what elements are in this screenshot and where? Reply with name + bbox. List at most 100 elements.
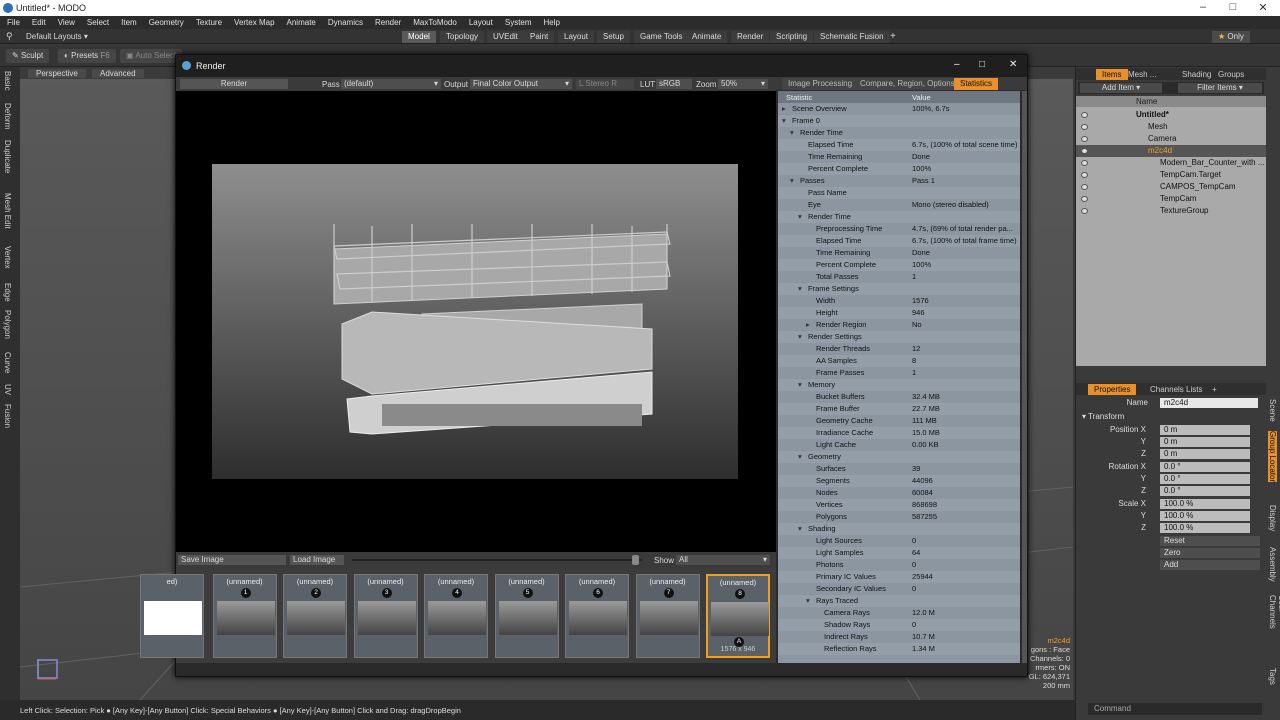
tool-tab-vertex[interactable]: Vertex xyxy=(3,246,12,269)
tool-tab-duplicate[interactable]: Duplicate xyxy=(3,140,12,173)
menu-help[interactable]: Help xyxy=(544,18,560,27)
transform-value-field[interactable]: 100.0 % xyxy=(1160,523,1250,533)
menu-layout[interactable]: Layout xyxy=(469,18,493,27)
render-thumbnail[interactable]: (unnamed) 3 xyxy=(353,574,418,658)
perspective-dropdown[interactable]: Perspective xyxy=(28,69,86,78)
transform-value-field[interactable]: 100.0 % xyxy=(1160,511,1250,521)
menu-file[interactable]: File xyxy=(7,18,20,27)
transform-value-field[interactable]: 0 m xyxy=(1160,437,1250,447)
save-image-button[interactable]: Save Image xyxy=(178,555,286,565)
render-tab-statistics[interactable]: Statistics xyxy=(954,78,999,90)
expand-arrow-icon[interactable]: ▾ xyxy=(798,211,802,223)
layout-pin-icon[interactable]: ⚲ xyxy=(6,31,13,42)
command-input[interactable]: Command xyxy=(1088,703,1262,715)
items-tab-mesh[interactable]: Mesh ... xyxy=(1122,69,1162,80)
tab-model[interactable]: Model xyxy=(402,31,436,43)
statistics-scrollbar[interactable] xyxy=(1022,91,1027,663)
properties-tab-properties[interactable]: Properties xyxy=(1088,384,1137,395)
side-tab-scene[interactable]: Scene xyxy=(1268,399,1277,422)
tool-tab-fusion[interactable]: Fusion xyxy=(3,404,12,428)
render-close-icon[interactable]: ✕ xyxy=(1009,59,1017,70)
visibility-eye-icon[interactable] xyxy=(1081,136,1088,142)
menu-animate[interactable]: Animate xyxy=(287,18,316,27)
render-thumbnail[interactable]: ed) xyxy=(140,574,204,658)
side-tab-display[interactable]: Display xyxy=(1268,505,1277,531)
visibility-eye-icon[interactable] xyxy=(1081,160,1088,166)
tab-paint[interactable]: Paint xyxy=(524,31,555,43)
zero-dropdown[interactable]: Zero xyxy=(1160,548,1260,558)
tree-item[interactable]: Camera xyxy=(1076,133,1266,145)
menu-vertex-map[interactable]: Vertex Map xyxy=(234,18,274,27)
properties-tab-[interactable]: + xyxy=(1206,384,1223,395)
render-thumbnail[interactable]: (unnamed) 7 xyxy=(635,574,700,658)
tool-tab-deform[interactable]: Deform xyxy=(3,103,12,129)
load-image-button[interactable]: Load Image xyxy=(290,555,344,565)
side-tab-group-locator[interactable]: Group Locator xyxy=(1268,431,1277,483)
presets-button[interactable]: ◐ Presets F6 xyxy=(58,49,116,63)
properties-tab-lists[interactable]: Lists xyxy=(1180,384,1208,395)
render-minimize-icon[interactable]: – xyxy=(954,59,960,70)
transform-header[interactable]: ▾ Transform xyxy=(1082,411,1124,423)
expand-arrow-icon[interactable]: ▾ xyxy=(806,595,810,607)
tool-tab-basic[interactable]: Basic xyxy=(3,71,12,91)
pass-dropdown[interactable]: (default) ▾ xyxy=(341,79,441,89)
tab-scripting[interactable]: Scripting xyxy=(770,31,814,43)
render-button[interactable]: Render xyxy=(180,79,288,89)
menu-dynamics[interactable]: Dynamics xyxy=(328,18,363,27)
render-tab-compare-region-options[interactable]: Compare, Region, Options xyxy=(854,78,961,90)
expand-arrow-icon[interactable]: ▸ xyxy=(782,103,786,115)
tree-item[interactable]: Modern_Bar_Counter_with ... xyxy=(1076,157,1266,169)
expand-arrow-icon[interactable]: ▾ xyxy=(798,451,802,463)
expand-arrow-icon[interactable]: ▾ xyxy=(790,175,794,187)
tree-item[interactable]: Mesh xyxy=(1076,121,1266,133)
lut-dropdown[interactable]: sRGB xyxy=(656,79,692,89)
expand-arrow-icon[interactable]: ▾ xyxy=(798,379,802,391)
item-name-field[interactable]: m2c4d xyxy=(1160,398,1258,408)
menu-system[interactable]: System xyxy=(505,18,532,27)
close-icon[interactable]: ✕ xyxy=(1256,1,1270,14)
add-item-button[interactable]: Add Item ▾ xyxy=(1080,83,1162,93)
expand-arrow-icon[interactable]: ▸ xyxy=(806,319,810,331)
menu-edit[interactable]: Edit xyxy=(32,18,46,27)
transform-value-field[interactable]: 0.0 ° xyxy=(1160,474,1250,484)
menu-geometry[interactable]: Geometry xyxy=(149,18,184,27)
minimize-icon[interactable]: – xyxy=(1196,1,1210,13)
side-tab-tags[interactable]: Tags xyxy=(1268,668,1277,685)
tab-layout[interactable]: Layout xyxy=(558,31,595,43)
advanced-dropdown[interactable]: Advanced xyxy=(92,69,144,78)
add-layout-button[interactable]: + xyxy=(890,31,896,42)
tool-tab-uv[interactable]: UV xyxy=(3,384,12,395)
tree-item[interactable]: TextureGroup xyxy=(1076,205,1266,217)
menu-render[interactable]: Render xyxy=(375,18,401,27)
add-dropdown[interactable]: Add xyxy=(1160,560,1260,570)
tab-uvedit[interactable]: UVEdit xyxy=(487,31,524,43)
only-toggle[interactable]: ★ Only xyxy=(1212,31,1250,43)
render-thumbnail[interactable]: (unnamed) 4 xyxy=(424,574,488,658)
transform-value-field[interactable]: 0 m xyxy=(1160,425,1250,435)
zoom-dropdown[interactable]: 50% ▾ xyxy=(718,79,768,89)
tab-render[interactable]: Render xyxy=(731,31,770,43)
reset-dropdown[interactable]: Reset xyxy=(1160,536,1260,546)
render-canvas[interactable] xyxy=(176,91,776,552)
tab-game-tools[interactable]: Game Tools xyxy=(634,31,689,43)
tool-tab-mesh-edit[interactable]: Mesh Edit xyxy=(3,193,12,229)
expand-arrow-icon[interactable]: ▾ xyxy=(798,331,802,343)
menu-select[interactable]: Select xyxy=(87,18,109,27)
visibility-eye-icon[interactable] xyxy=(1081,196,1088,202)
render-thumbnail[interactable]: (unnamed) 1 xyxy=(212,574,277,658)
visibility-eye-icon[interactable] xyxy=(1081,124,1088,130)
transform-value-field[interactable]: 0 m xyxy=(1160,449,1250,459)
expand-arrow-icon[interactable]: ▾ xyxy=(798,523,802,535)
tree-item[interactable]: Untitled* xyxy=(1076,109,1266,121)
visibility-eye-icon[interactable] xyxy=(1081,208,1088,214)
stereo-toggle[interactable]: L Stereo R xyxy=(576,79,634,89)
sculpt-button[interactable]: ✎ Sculpt xyxy=(6,49,50,63)
render-thumbnail[interactable]: (unnamed) 5 xyxy=(494,574,559,658)
tab-animate[interactable]: Animate xyxy=(686,31,728,43)
render-thumbnail[interactable]: (unnamed) 8 1576 x 946 A xyxy=(706,574,770,658)
side-tab-assembly[interactable]: Assembly xyxy=(1268,547,1277,582)
tab-schematic-fusion[interactable]: Schematic Fusion xyxy=(814,31,890,43)
items-tab-groups[interactable]: Groups xyxy=(1212,69,1250,80)
tree-item[interactable]: CAMPOS_TempCam xyxy=(1076,181,1266,193)
filter-items-button[interactable]: Filter Items ▾ xyxy=(1178,83,1262,93)
